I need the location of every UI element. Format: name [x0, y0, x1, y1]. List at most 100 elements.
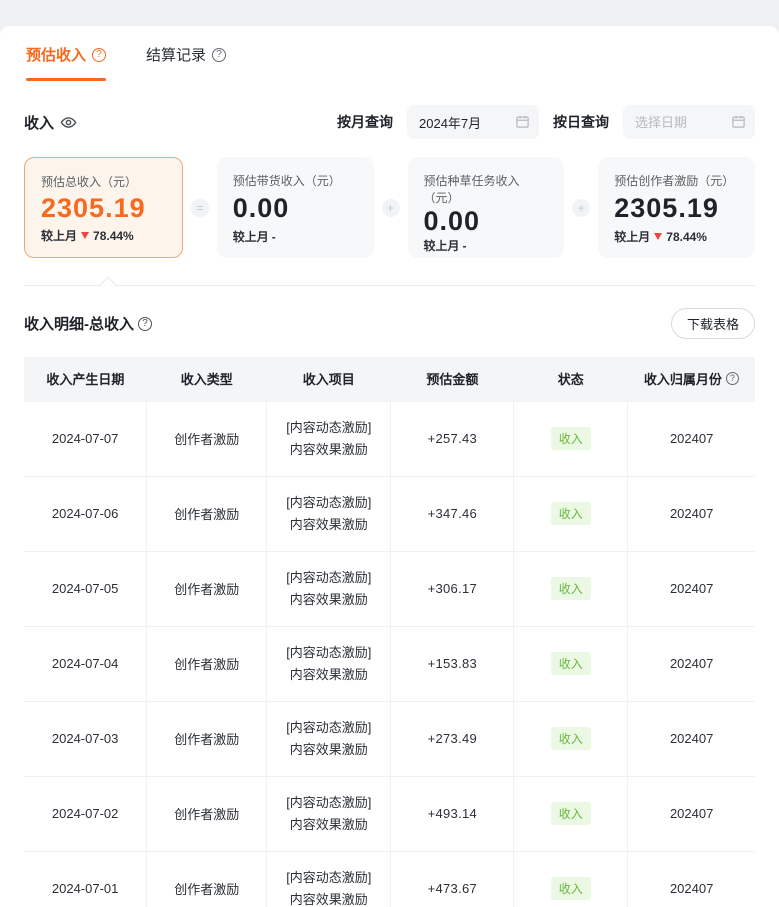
cell-estimated-amount: +493.14	[391, 776, 514, 851]
table-row[interactable]: 2024-07-04 创作者激励 [内容动态激励] 内容效果激励 +153.83…	[24, 626, 755, 701]
status-badge: 收入	[551, 427, 591, 450]
header-estimated-amount: 预估金额	[391, 357, 514, 401]
card-commerce-income[interactable]: 预估带货收入（元） 0.00 较上月 -	[217, 157, 374, 258]
divider-caret-icon	[100, 277, 117, 294]
tab-label: 预估收入	[26, 44, 86, 65]
help-icon[interactable]: ?	[726, 372, 739, 385]
compare-label: 较上月	[41, 227, 77, 244]
plus-icon: +	[572, 199, 590, 217]
income-title: 收入	[24, 112, 77, 133]
status-badge: 收入	[551, 577, 591, 600]
tab-estimated-income[interactable]: 预估收入 ?	[26, 44, 106, 81]
header-income-project: 收入项目	[267, 357, 391, 401]
cell-income-type: 创作者激励	[147, 551, 267, 626]
cell-income-project: [内容动态激励] 内容效果激励	[267, 851, 391, 907]
status-badge: 收入	[551, 502, 591, 525]
cell-attribution-month: 202407	[628, 476, 755, 551]
cell-income-date: 2024-07-07	[24, 401, 147, 476]
detail-section-header: 收入明细-总收入 ? 下载表格	[24, 308, 755, 339]
cell-attribution-month: 202407	[628, 851, 755, 907]
cell-income-type: 创作者激励	[147, 401, 267, 476]
header-attribution-month: 收入归属月份 ?	[628, 357, 755, 401]
header-income-type: 收入类型	[147, 357, 267, 401]
cell-estimated-amount: +473.67	[391, 851, 514, 907]
query-row: 收入 按月查询 按	[24, 105, 755, 139]
cell-attribution-month: 202407	[628, 401, 755, 476]
cell-income-date: 2024-07-02	[24, 776, 147, 851]
cell-estimated-amount: +347.46	[391, 476, 514, 551]
day-picker[interactable]	[623, 105, 755, 139]
cell-income-project: [内容动态激励] 内容效果激励	[267, 776, 391, 851]
cell-income-type: 创作者激励	[147, 476, 267, 551]
card-value: 2305.19	[41, 193, 166, 224]
header-status: 状态	[514, 357, 628, 401]
trend-down-icon	[654, 233, 662, 240]
compare-change: 78.44%	[666, 230, 707, 244]
card-value: 0.00	[233, 193, 358, 224]
cell-estimated-amount: +257.43	[391, 401, 514, 476]
cell-income-type: 创作者激励	[147, 776, 267, 851]
download-table-button[interactable]: 下载表格	[671, 308, 755, 339]
card-compare: 较上月 78.44%	[614, 228, 739, 245]
trend-down-icon	[81, 232, 89, 239]
table-row[interactable]: 2024-07-03 创作者激励 [内容动态激励] 内容效果激励 +273.49…	[24, 701, 755, 776]
cell-income-type: 创作者激励	[147, 851, 267, 907]
card-value: 0.00	[424, 206, 549, 237]
cell-attribution-month: 202407	[628, 701, 755, 776]
cell-status: 收入	[514, 551, 628, 626]
card-seeding-task-income[interactable]: 预估种草任务收入（元） 0.00 较上月 -	[408, 157, 565, 258]
cell-income-date: 2024-07-04	[24, 626, 147, 701]
table-row[interactable]: 2024-07-06 创作者激励 [内容动态激励] 内容效果激励 +347.46…	[24, 476, 755, 551]
table-row[interactable]: 2024-07-05 创作者激励 [内容动态激励] 内容效果激励 +306.17…	[24, 551, 755, 626]
cell-income-project: [内容动态激励] 内容效果激励	[267, 626, 391, 701]
summary-cards: 预估总收入（元） 2305.19 较上月 78.44% = 预估带货收入（元） …	[24, 157, 755, 258]
compare-label: 较上月	[424, 237, 460, 254]
cell-estimated-amount: +306.17	[391, 551, 514, 626]
cell-income-date: 2024-07-05	[24, 551, 147, 626]
cell-status: 收入	[514, 476, 628, 551]
operator-equals: =	[183, 157, 217, 258]
cell-income-type: 创作者激励	[147, 701, 267, 776]
cell-status: 收入	[514, 626, 628, 701]
cell-estimated-amount: +153.83	[391, 626, 514, 701]
tab-label: 结算记录	[146, 44, 206, 65]
tab-bar: 预估收入 ? 结算记录 ?	[24, 26, 755, 81]
help-icon[interactable]: ?	[212, 48, 226, 62]
cell-status: 收入	[514, 851, 628, 907]
cell-status: 收入	[514, 776, 628, 851]
divider	[24, 285, 755, 286]
card-total-income[interactable]: 预估总收入（元） 2305.19 较上月 78.44%	[24, 157, 183, 258]
card-compare: 较上月 78.44%	[41, 227, 166, 244]
cell-income-date: 2024-07-06	[24, 476, 147, 551]
card-label: 预估创作者激励（元）	[614, 172, 739, 189]
header-income-date: 收入产生日期	[24, 357, 147, 401]
month-picker[interactable]	[407, 105, 539, 139]
cell-attribution-month: 202407	[628, 626, 755, 701]
main-panel: 预估收入 ? 结算记录 ? 收入 按月查询	[0, 26, 779, 907]
card-creator-incentive[interactable]: 预估创作者激励（元） 2305.19 较上月 78.44%	[598, 157, 755, 258]
query-controls: 按月查询 按日查询	[337, 105, 755, 139]
eye-icon[interactable]	[60, 114, 77, 131]
status-badge: 收入	[551, 652, 591, 675]
compare-label: 较上月	[614, 228, 650, 245]
tab-settlement-records[interactable]: 结算记录 ?	[146, 44, 226, 81]
day-picker-input[interactable]	[635, 115, 725, 130]
operator-plus: +	[564, 157, 598, 258]
cell-income-date: 2024-07-01	[24, 851, 147, 907]
day-query-label: 按日查询	[553, 112, 609, 132]
cell-income-project: [内容动态激励] 内容效果激励	[267, 551, 391, 626]
help-icon[interactable]: ?	[138, 317, 152, 331]
card-label: 预估种草任务收入（元）	[424, 172, 549, 206]
table-row[interactable]: 2024-07-01 创作者激励 [内容动态激励] 内容效果激励 +473.67…	[24, 851, 755, 907]
card-value: 2305.19	[614, 193, 739, 224]
compare-label: 较上月	[233, 228, 269, 245]
plus-icon: +	[382, 199, 400, 217]
calendar-icon[interactable]	[731, 114, 746, 134]
month-picker-input[interactable]	[419, 115, 509, 130]
cell-income-project: [内容动态激励] 内容效果激励	[267, 701, 391, 776]
table-row[interactable]: 2024-07-07 创作者激励 [内容动态激励] 内容效果激励 +257.43…	[24, 401, 755, 476]
cell-income-project: [内容动态激励] 内容效果激励	[267, 476, 391, 551]
table-row[interactable]: 2024-07-02 创作者激励 [内容动态激励] 内容效果激励 +493.14…	[24, 776, 755, 851]
calendar-icon[interactable]	[515, 114, 530, 134]
help-icon[interactable]: ?	[92, 48, 106, 62]
